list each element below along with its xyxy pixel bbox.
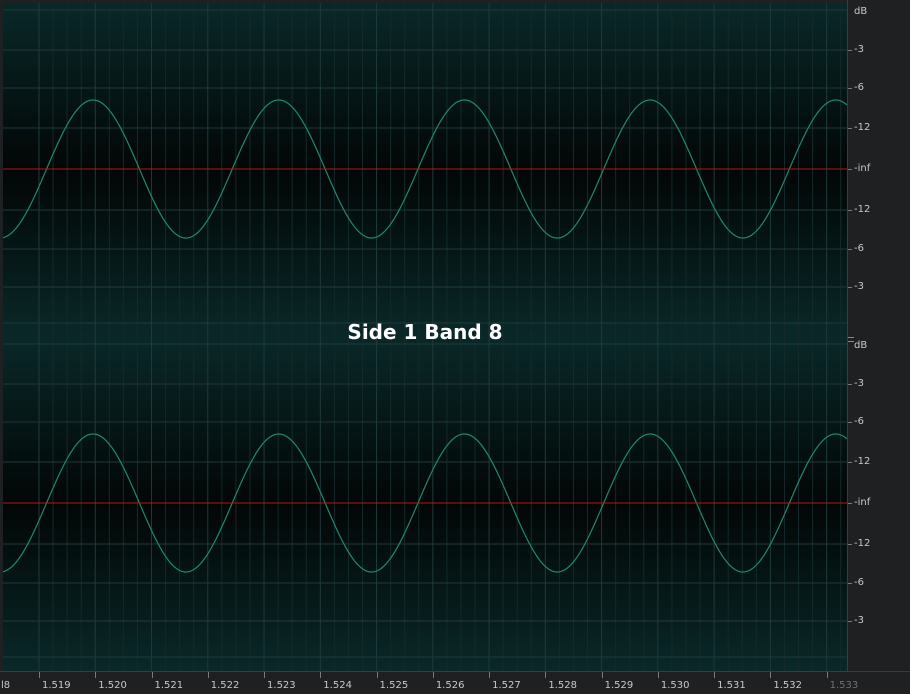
time-label: 1.528 [548, 680, 577, 691]
time-label: 1.523 [267, 680, 296, 691]
amplitude-label: -3 [854, 281, 864, 292]
time-tick [657, 672, 659, 678]
amplitude-tick [848, 422, 852, 423]
amplitude-label: -12 [854, 538, 871, 549]
time-label: 1.531 [717, 680, 746, 691]
lane-divider-handle[interactable] [848, 337, 854, 342]
waveform-editor: Side 1 Band 8 dB -3 -6 -12 -inf -12 -6 -3 dB -3 -6… [0, 0, 910, 694]
time-label: 1.532 [773, 680, 803, 691]
amplitude-tick [848, 169, 852, 170]
amplitude-label: -6 [854, 243, 864, 254]
amplitude-tick [848, 544, 852, 545]
time-tick [151, 672, 153, 678]
time-tick [489, 672, 491, 678]
amplitude-tick [848, 287, 852, 288]
time-label-partial: l8 [1, 680, 11, 691]
time-label: 1.522 [210, 680, 240, 691]
time-label: 1.524 [323, 680, 352, 691]
amplitude-tick [848, 583, 852, 584]
time-label: 1.526 [435, 680, 465, 691]
time-tick [545, 672, 547, 678]
amplitude-unit-label: dB [854, 6, 868, 17]
amplitude-label: -12 [854, 122, 871, 133]
amplitude-unit-label: dB [854, 340, 868, 351]
amplitude-label: -3 [854, 44, 864, 55]
amplitude-label: -inf [854, 497, 871, 508]
time-tick [39, 672, 40, 678]
time-label: 1.533 [829, 680, 859, 691]
time-tick [601, 672, 603, 678]
time-label: 1.521 [154, 680, 184, 691]
time-tick [376, 672, 378, 678]
time-tick [264, 672, 266, 678]
amplitude-label: -3 [854, 615, 864, 626]
time-label: 1.529 [604, 680, 634, 691]
time-label: 1.527 [492, 680, 521, 691]
lane-title: Side 1 Band 8 [347, 320, 503, 344]
amplitude-tick [848, 210, 852, 211]
time-ruler[interactable]: l8 1.519 1.520 1.521 1.522 1.523 1.524 1.525 1.5… [0, 671, 910, 694]
amplitude-label: -3 [854, 378, 864, 389]
time-tick [714, 672, 716, 678]
time-label: 1.519 [42, 680, 71, 691]
amplitude-ruler[interactable]: dB -3 -6 -12 -inf -12 -6 -3 dB -3 -6 -12 -inf -12 -6 -3 [847, 0, 910, 671]
amplitude-tick [848, 249, 852, 250]
amplitude-tick [848, 621, 852, 622]
time-tick [320, 672, 322, 678]
amplitude-label: -inf [854, 163, 871, 174]
amplitude-tick [848, 88, 852, 89]
time-label: 1.530 [660, 680, 690, 691]
time-tick [770, 672, 772, 678]
amplitude-label: -6 [854, 577, 864, 588]
amplitude-label: -6 [854, 416, 864, 427]
amplitude-label: -6 [854, 82, 864, 93]
time-label: 1.525 [379, 680, 409, 691]
time-tick [432, 672, 434, 678]
amplitude-tick [848, 503, 852, 504]
time-tick [207, 672, 209, 678]
waveform-view[interactable]: Side 1 Band 8 [3, 3, 847, 671]
amplitude-tick [848, 462, 852, 463]
time-tick [826, 672, 828, 678]
time-label: 1.520 [98, 680, 127, 691]
amplitude-tick [848, 128, 852, 129]
amplitude-tick [848, 384, 852, 385]
amplitude-label: -12 [854, 456, 871, 467]
time-tick [95, 672, 97, 678]
amplitude-label: -12 [854, 204, 871, 215]
amplitude-tick [848, 50, 852, 51]
